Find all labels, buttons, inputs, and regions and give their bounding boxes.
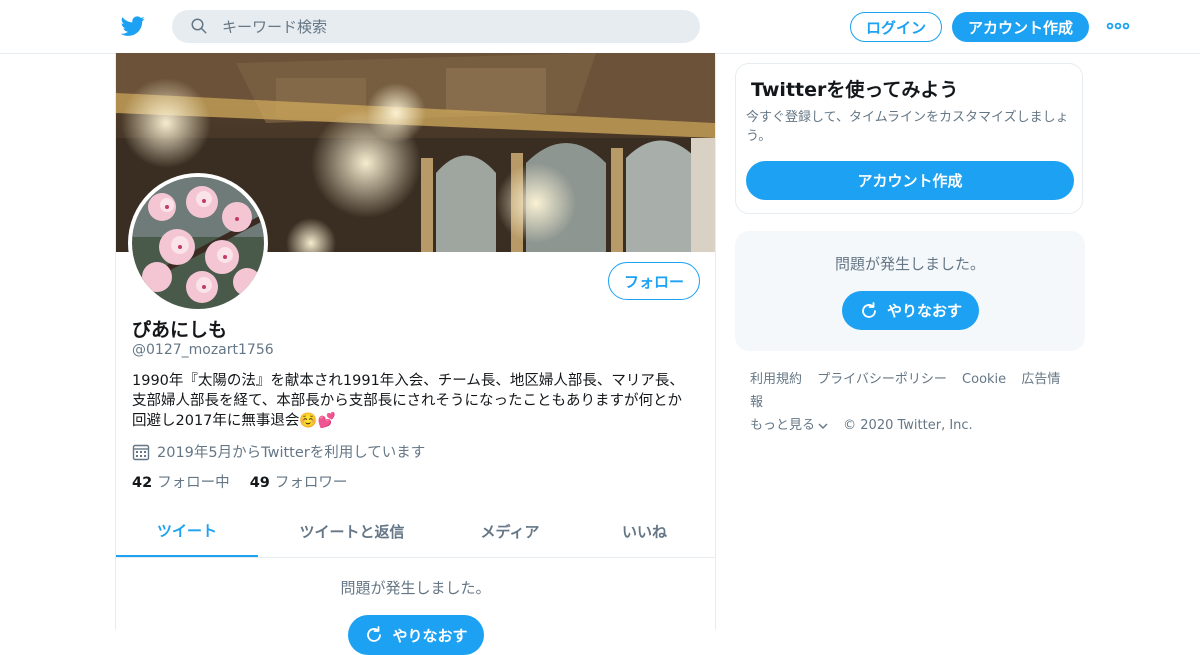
signup-card-description: 今すぐ登録して、タイムラインをカスタマイズしましょう。 (746, 110, 1069, 144)
refresh-icon (862, 301, 876, 318)
footer-second-row: もっと見る © 2020 Twitter, Inc. (750, 414, 1080, 437)
search-icon (191, 18, 207, 34)
following-label: フォロー中 (157, 475, 230, 491)
cherry-blossom-illustration (132, 177, 264, 309)
footer-copyright: © 2020 Twitter, Inc. (843, 418, 973, 433)
footer-more-label: もっと見る (750, 418, 816, 433)
profile-column: フォロー ぴあにしも @0127_mozart1756 1990年『太陽の法』を… (115, 53, 716, 655)
followers-label: フォロワー (274, 475, 348, 491)
timeline-retry-label: やりなおす (392, 626, 468, 645)
trends-retry-label: やりなおす (886, 302, 962, 320)
following-count: 42 (132, 475, 153, 491)
profile-handle[interactable]: @0127_mozart1756 (132, 342, 274, 358)
footer-more-link[interactable]: もっと見る (750, 418, 828, 433)
signup-card-button[interactable]: アカウント作成 (746, 161, 1074, 200)
twitter-bird-logo-icon[interactable] (120, 14, 146, 38)
avatar-image (132, 177, 264, 309)
join-date-text: 2019年5月からTwitterを利用しています (157, 445, 426, 461)
login-button[interactable]: ログイン (850, 12, 942, 42)
follow-button[interactable]: フォロー (608, 262, 700, 300)
signup-prompt-card: Twitterを使ってみよう 今すぐ登録して、タイムラインをカスタマイズしましょ… (735, 63, 1083, 214)
tab-likes[interactable]: いいね (574, 505, 715, 557)
follow-counts: 42 フォロー中 49 フォロワー (132, 471, 367, 492)
timeline-retry-button[interactable]: やりなおす (348, 615, 484, 655)
timeline-error-message: 問題が発生しました。 (340, 579, 491, 597)
chevron-down-icon (818, 423, 828, 429)
profile-tabs: ツイート ツイートと返信 メディア いいね (116, 505, 715, 558)
tab-tweets[interactable]: ツイート (116, 505, 258, 557)
trends-retry-button[interactable]: やりなおす (842, 291, 979, 330)
footer-link-privacy[interactable]: プライバシーポリシー (817, 372, 947, 387)
join-date-row: 2019年5月からTwitterを利用しています (132, 441, 425, 462)
profile-display-name: ぴあにしも (132, 319, 228, 341)
more-options-icon[interactable] (1106, 18, 1130, 34)
followers-count: 49 (249, 475, 270, 491)
footer-links-row: 利用規約 プライバシーポリシー Cookie 広告情報 (750, 368, 1080, 414)
signup-button[interactable]: アカウント作成 (952, 12, 1089, 42)
calendar-icon (132, 444, 150, 460)
signup-card-title: Twitterを使ってみよう (751, 79, 959, 101)
footer-link-terms[interactable]: 利用規約 (750, 372, 802, 387)
refresh-icon (367, 626, 382, 642)
top-navigation-bar: ログイン アカウント作成 (0, 0, 1200, 54)
trends-error-message: 問題が発生しました。 (834, 255, 985, 273)
following-count-link[interactable]: 42 フォロー中 (132, 471, 230, 492)
footer-link-cookie[interactable]: Cookie (962, 372, 1006, 387)
profile-bio: 1990年『太陽の法』を献本され1991年入会、チーム長、地区婦人部長、マリア長… (132, 373, 684, 429)
tab-tweets-and-replies[interactable]: ツイートと返信 (258, 505, 446, 557)
sidebar-footer: 利用規約 プライバシーポリシー Cookie 広告情報 もっと見る © 2020… (750, 368, 1080, 437)
followers-count-link[interactable]: 49 フォロワー (250, 471, 348, 492)
search-box[interactable] (172, 10, 700, 43)
search-input[interactable] (222, 10, 682, 43)
trends-error-card: 問題が発生しました。 やりなおす (735, 231, 1085, 351)
tab-media[interactable]: メディア (446, 505, 574, 557)
profile-avatar[interactable] (128, 173, 268, 313)
